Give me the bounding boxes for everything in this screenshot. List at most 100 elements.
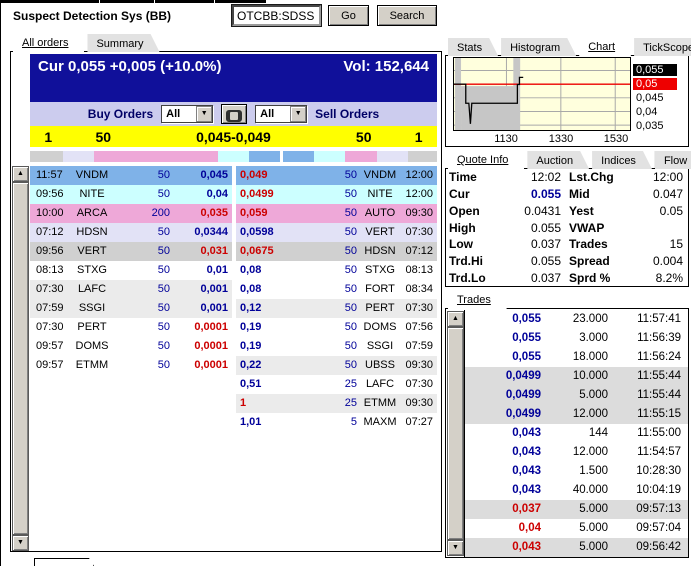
tab-histogram[interactable]: Histogram [501,38,576,56]
bid-row[interactable]: 10:00 ARCA 200 0,035 [30,204,232,223]
bid-row[interactable]: 07:59 SSGI 50 0,001 [30,299,232,318]
bid-row[interactable]: 07:30 PERT 50 0,0001 [30,318,232,337]
tab-flow[interactable]: Flow [655,151,691,169]
x-axis-label: 1530 [603,133,629,145]
tab-label: Summary [96,38,144,50]
trade-row[interactable]: 0,043 144 11:55:00 [465,424,688,443]
trade-row[interactable]: 0,043 12.000 11:54:57 [465,443,688,462]
go-button[interactable]: Go [328,5,369,26]
tab-all-orders[interactable]: All orders [13,33,84,52]
ask-row[interactable]: 0,08 50 FORT 08:34 [236,280,437,299]
ask-row[interactable]: 0,12 50 PERT 07:30 [236,299,437,318]
scrollbar-thumb[interactable] [447,327,464,540]
bid-time: 07:30 [36,321,64,333]
ask-row[interactable]: 1,01 5 MAXM 07:27 [236,413,437,432]
trade-price: 0,0499 [505,389,541,401]
ask-row[interactable]: 0,19 50 SSGI 07:59 [236,337,437,356]
bid-row[interactable]: 09:57 ETMM 50 0,0001 [30,356,232,375]
trade-time: 11:56:39 [637,332,681,344]
bid-price: 0,031 [200,245,228,257]
tab-tickscope[interactable]: TickScope [634,38,691,56]
ask-row[interactable]: 0,0598 50 VERT 07:30 [236,223,437,242]
tab-stats[interactable]: Stats [448,38,498,56]
scroll-up-icon[interactable]: ▲ [12,166,29,182]
quote-label: Lst.Chg [569,170,614,185]
tab-label: Stats [457,42,483,54]
trades-scrollbar[interactable]: ▲ ▼ [447,311,464,556]
ask-time: 08:34 [405,283,433,295]
trade-row[interactable]: 0,043 40.000 10:04:19 [465,481,688,500]
bid-row[interactable]: 08:13 STXG 50 0,01 [30,261,232,280]
trade-row[interactable]: 0,0499 12.000 11:55:15 [465,405,688,424]
trade-row[interactable]: 0,055 18.000 11:56:24 [465,348,688,367]
trade-row[interactable]: 0,055 23.000 11:57:41 [465,310,688,329]
bid-price: 0,001 [200,283,228,295]
ask-size: 50 [344,302,357,314]
bid-time: 07:12 [36,226,64,238]
trade-row[interactable]: 0,0499 10.000 11:55:44 [465,367,688,386]
ask-price: 0,049 [240,169,268,181]
bid-row[interactable]: 09:56 VERT 50 0,031 [30,242,232,261]
trade-price: 0,0499 [505,408,541,420]
ask-mm: HDSN [364,245,396,257]
chevron-down-icon[interactable]: ▼ [196,106,213,122]
ask-time: 07:30 [405,302,433,314]
ask-row[interactable]: 0,0499 50 NITE 12:00 [236,185,437,204]
bid-row[interactable]: 07:30 LAFC 50 0,001 [30,280,232,299]
tab-quote-info[interactable]: Quote Info [448,150,524,169]
tab-indices[interactable]: Indices [592,151,652,169]
tab-trades[interactable]: Trades [448,290,507,309]
chevron-down-icon[interactable]: ▼ [290,106,307,122]
ask-price: 0,19 [240,340,262,352]
bid-row[interactable]: 11:57 VNDM 50 0,045 [30,166,232,185]
trade-price: 0,043 [512,427,541,439]
order-filter-bar: Buy Orders All ▼ All ▼ Sell Orders [30,102,437,126]
trade-size: 144 [588,427,608,439]
tab-summary[interactable]: Summary [87,34,159,52]
ask-size: 5 [350,416,357,428]
link-filters-button[interactable] [221,104,248,124]
search-button[interactable]: Search [377,5,437,26]
bid-row[interactable]: 09:56 NITE 50 0,04 [30,185,232,204]
quote-value: 15 [669,237,683,252]
ask-row[interactable]: 0,19 50 DOMS 07:56 [236,318,437,337]
bid-price: 0,045 [200,169,228,181]
trade-row[interactable]: 0,043 5.000 09:56:42 [465,538,688,557]
symbol-input[interactable] [231,4,322,27]
order-book-scrollbar[interactable]: ▲ ▼ [12,166,29,551]
trade-row[interactable]: 0,043 1.500 10:28:30 [465,462,688,481]
trade-row[interactable]: 0,04 5.000 09:57:04 [465,519,688,538]
sell-filter-select[interactable]: All ▼ [255,105,308,123]
ask-row[interactable]: 0,0675 50 HDSN 07:12 [236,242,437,261]
bid-time: 10:00 [36,207,64,219]
bid-row[interactable]: 09:57 DOMS 50 0,0001 [30,337,232,356]
security-title: Suspect Detection Sys (BB) [13,9,172,23]
ask-mm: MAXM [363,416,397,428]
ask-row[interactable]: 0,059 50 AUTO 09:30 [236,204,437,223]
ask-row[interactable]: 0,22 50 UBSS 09:30 [236,356,437,375]
quote-value: 0.055 [530,187,561,202]
scroll-down-icon[interactable]: ▼ [12,535,29,551]
ask-row[interactable]: 0,08 50 STXG 08:13 [236,261,437,280]
bid-row[interactable]: 07:12 HDSN 50 0,0344 [30,223,232,242]
trade-row[interactable]: 0,055 3.000 11:56:39 [465,329,688,348]
ask-row[interactable]: 0,049 50 VNDM 12:00 [236,166,437,185]
scroll-up-icon[interactable]: ▲ [447,311,464,327]
scroll-down-icon[interactable]: ▼ [447,540,464,556]
quote-value: 8.2% [655,270,683,285]
ask-time: 07:56 [405,321,433,333]
trade-row[interactable]: 0,0499 5.000 11:55:44 [465,386,688,405]
ask-mm: STXG [365,264,395,276]
bid-mm: NITE [79,188,105,200]
bid-price: 0,035 [200,207,228,219]
quote-label: Trades [569,237,608,252]
trade-row[interactable]: 0,037 5.000 09:57:13 [465,500,688,519]
buy-filter-select[interactable]: All ▼ [161,105,214,123]
tab-chart[interactable]: Chart [579,37,631,56]
ask-mm: PERT [365,302,395,314]
ask-row[interactable]: 1 25 ETMM 09:30 [236,394,437,413]
bid-mm: PERT [77,321,107,333]
tab-auction[interactable]: Auction [527,151,589,169]
ask-row[interactable]: 0,51 25 LAFC 07:30 [236,375,437,394]
scrollbar-thumb[interactable] [12,182,29,535]
